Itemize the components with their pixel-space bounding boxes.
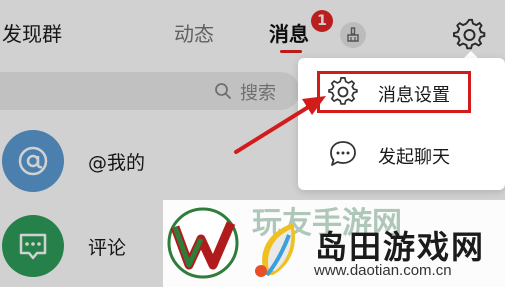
menu-item-label: 发起聊天 (378, 147, 450, 168)
chat-bubble-icon (330, 141, 356, 166)
watermark-url: www.daotian.com.cn (314, 262, 452, 279)
annotation-arrow-icon (234, 96, 326, 154)
annotation-highlight-box (317, 71, 471, 113)
screen: 发现群 动态 消息 1 搜索 @我的 评论 消息设置 发起聊天 玩友手游网 岛田… (0, 0, 505, 287)
watermark-logo-icon (167, 207, 295, 279)
